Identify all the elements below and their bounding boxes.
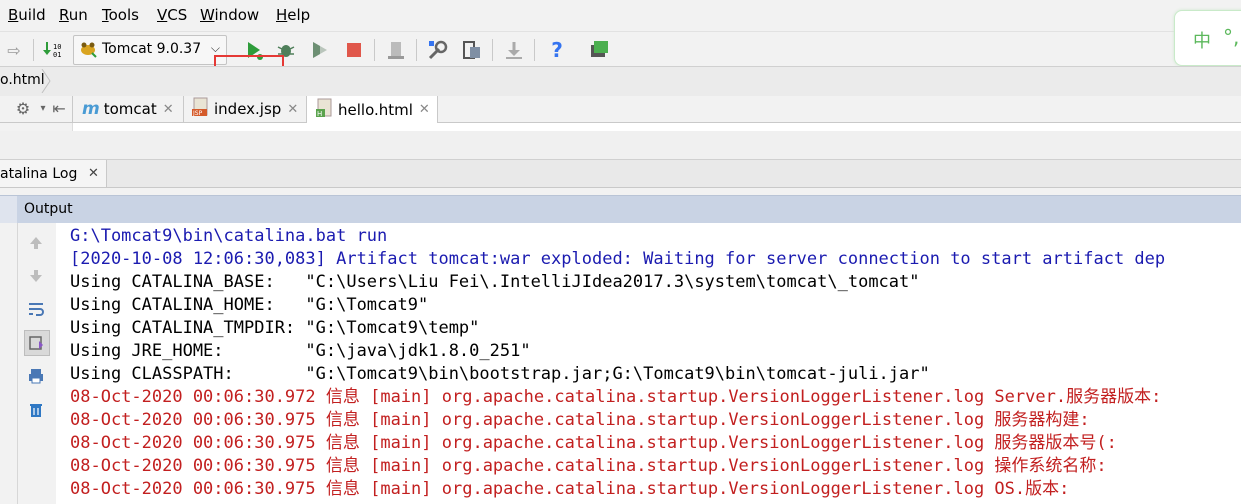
scroll-to-end-icon[interactable]	[24, 330, 50, 356]
menu-build-label: uild	[18, 6, 46, 24]
console-line: 08-Oct-2020 00:06:30.975 信息 [main] org.a…	[70, 433, 1117, 453]
console-line: [2020-10-08 12:06:30,083] Artifact tomca…	[70, 249, 1166, 269]
tab-label: atalina Log	[0, 166, 78, 182]
side-divider	[17, 223, 18, 504]
main-toolbar: ⇨ 10 01 Tomcat 9.0.37 ⌵ ?	[0, 31, 1241, 101]
ime-chinese-mode: 中	[1193, 31, 1211, 52]
menu-window[interactable]: Window	[200, 6, 259, 24]
tab-index-jsp[interactable]: JSP index.jsp ✕	[183, 96, 307, 122]
run-tabs-bar: atalina Log ✕	[0, 160, 1241, 188]
console-line: Using CATALINA_TMPDIR: "G:\Tomcat9\temp"	[70, 318, 480, 338]
soft-wrap-icon[interactable]	[24, 297, 48, 321]
svg-text:01: 01	[53, 51, 61, 59]
trash-icon[interactable]	[24, 398, 48, 422]
console-line: Using CATALINA_BASE: "C:\Users\Liu Fei\.…	[70, 272, 920, 292]
menu-run-label: un	[68, 6, 88, 24]
download-icon[interactable]	[503, 39, 525, 61]
close-icon[interactable]: ✕	[88, 166, 99, 181]
console-line: 08-Oct-2020 00:06:30.972 信息 [main] org.a…	[70, 387, 1162, 407]
console-line: 08-Oct-2020 00:06:30.975 信息 [main] org.a…	[70, 479, 1070, 499]
tab-tomcat[interactable]: m tomcat ✕	[72, 96, 184, 122]
menu-build[interactable]: Build	[8, 6, 46, 24]
menu-help-label: elp	[287, 6, 311, 24]
menu-tools-mnemonic: T	[102, 6, 109, 24]
output-header-strip	[0, 196, 17, 223]
run-configuration-dropdown[interactable]: Tomcat 9.0.37 ⌵	[73, 35, 227, 65]
svg-text:JSP: JSP	[192, 110, 203, 117]
tomcat-icon	[78, 40, 98, 62]
close-icon[interactable]: ✕	[419, 102, 430, 117]
help-icon[interactable]: ?	[546, 38, 568, 62]
chevron-down-icon: ⌵	[210, 41, 220, 55]
menu-tools-label: ools	[108, 6, 139, 24]
menu-window-label: indow	[214, 6, 260, 24]
output-header: Output	[0, 195, 1241, 223]
collapse-sidebar-icon[interactable]: ⇤	[48, 97, 70, 119]
html-file-icon: H	[315, 98, 335, 122]
input-method-widget[interactable]: 中 °,	[1174, 10, 1241, 66]
toolbar-separator	[33, 39, 34, 61]
editor-tabs-bar: ⚙ ▾ ⇤ m tomcat ✕ JSP index.jsp ✕ H hello…	[0, 96, 1241, 123]
menu-run-mnemonic: R	[59, 6, 69, 24]
console-line: G:\Tomcat9\bin\catalina.bat run	[70, 226, 388, 246]
stop-icon[interactable]	[343, 39, 365, 61]
tab-label: index.jsp	[214, 100, 282, 118]
down-arrow-icon[interactable]	[24, 264, 48, 288]
svg-text:10: 10	[53, 43, 61, 51]
breadcrumb-file[interactable]: o.html	[0, 72, 45, 88]
toolbar-separator	[534, 39, 535, 61]
close-icon[interactable]: ✕	[287, 102, 298, 117]
output-title: Output	[24, 201, 73, 217]
console-line: Using CATALINA_HOME: "G:\Tomcat9"	[70, 295, 429, 315]
console-line: Using CLASSPATH: "G:\Tomcat9\bin\bootstr…	[70, 364, 930, 384]
menu-build-mnemonic: B	[8, 6, 19, 24]
console-line: 08-Oct-2020 00:06:30.975 信息 [main] org.a…	[70, 410, 1090, 430]
device-manager-icon[interactable]	[588, 39, 610, 61]
console-line: 08-Oct-2020 00:06:30.975 信息 [main] org.a…	[70, 456, 1107, 476]
jsp-file-icon: JSP	[191, 97, 211, 121]
toolbar-separator	[374, 39, 375, 61]
svg-text:H: H	[317, 110, 322, 118]
tab-label: tomcat	[103, 100, 157, 118]
navigation-bar: o.html	[0, 66, 1241, 97]
settings-wrench-icon[interactable]	[427, 39, 449, 61]
menu-tools[interactable]: Tools	[102, 6, 139, 24]
ime-punctuation-mode: °,	[1223, 25, 1240, 49]
breadcrumb-separator-icon	[41, 69, 51, 93]
build-project-icon[interactable]: 10 01	[42, 39, 64, 61]
tab-label: hello.html	[338, 100, 413, 119]
editor-area[interactable]	[0, 123, 1241, 131]
menu-vcs-mnemonic: V	[157, 6, 168, 24]
tab-catalina-log[interactable]: atalina Log ✕	[0, 160, 107, 187]
editor-status-band	[0, 131, 1241, 160]
toolbar-separator	[416, 39, 417, 61]
attach-debugger-icon[interactable]	[385, 39, 407, 61]
close-icon[interactable]: ✕	[163, 102, 174, 117]
console-output[interactable]: G:\Tomcat9\bin\catalina.bat run [2020-10…	[56, 223, 1241, 504]
console-side-toolbar	[0, 223, 56, 504]
console-line: Using JRE_HOME: "G:\java\jdk1.8.0_251"	[70, 341, 531, 361]
print-icon[interactable]	[24, 364, 48, 388]
gear-icon[interactable]: ⚙	[12, 97, 34, 119]
menu-bar: Build Run Tools VCS Window Help	[0, 0, 1241, 30]
menu-vcs-label: CS	[167, 6, 188, 24]
toolbar-separator	[492, 39, 493, 61]
menu-window-mnemonic: W	[200, 6, 215, 24]
run-configuration-label: Tomcat 9.0.37	[102, 41, 202, 57]
menu-help-mnemonic: H	[276, 6, 288, 24]
maven-m-icon: m	[82, 99, 100, 119]
forward-arrow-icon[interactable]: ⇨	[3, 39, 25, 61]
menu-run[interactable]: Run	[59, 6, 88, 24]
project-structure-icon[interactable]	[461, 39, 483, 61]
menu-help[interactable]: Help	[276, 6, 310, 24]
tab-hello-html[interactable]: H hello.html ✕	[307, 96, 438, 123]
coverage-icon[interactable]	[309, 39, 331, 61]
up-arrow-icon[interactable]	[24, 231, 48, 255]
menu-vcs[interactable]: VCS	[157, 6, 187, 24]
editor-gutter	[0, 123, 73, 131]
